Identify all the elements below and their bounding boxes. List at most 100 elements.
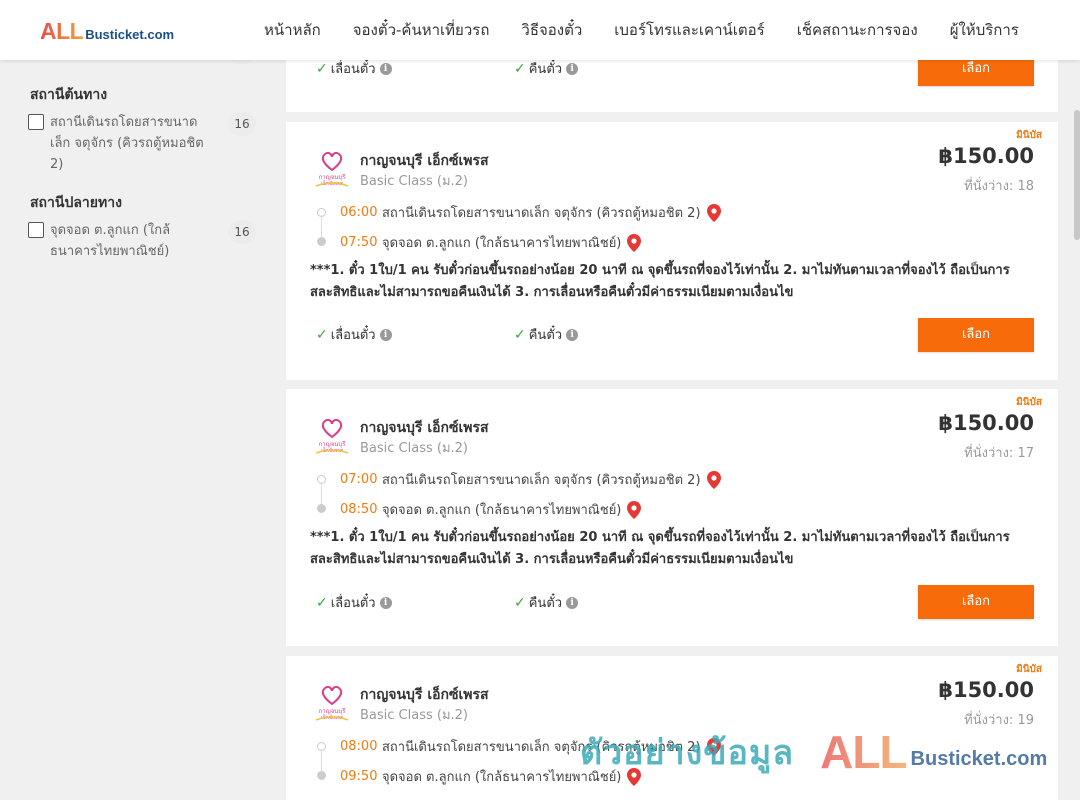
departure-stop: 07:00 สถานีเดินรถโดยสารขนาดเล็ก จตุจักร … — [340, 469, 721, 490]
destination-option-label: จุดจอด ต.ลูกแก (ใกล้ธนาคารไทยพาณิชย์) — [50, 223, 171, 259]
ticket-price: ฿150.00 — [938, 678, 1034, 702]
seats-available: ที่นั่งว่าง: 17 — [964, 442, 1034, 463]
timeline-end-dot — [317, 237, 326, 246]
operator-logo: กาญจนบุรี เอ็กซ์เพรส — [312, 150, 352, 188]
svg-text:กาญจนบุรี: กาญจนบุรี — [319, 707, 347, 715]
timeline-end-dot — [317, 504, 326, 513]
operator-name: กาญจนบุรี เอ็กซ์เพรส — [360, 687, 489, 703]
seats-count: 18 — [1017, 179, 1034, 194]
bus-type-tag: มินิบัส — [1016, 397, 1042, 408]
info-icon[interactable]: i — [379, 596, 392, 609]
refund-ticket-feature: ✓ คืนตั๋ว i — [514, 592, 579, 613]
arrival-station: จุดจอด ต.ลูกแก (ใกล้ธนาคารไทยพาณิชย์) — [382, 770, 622, 785]
change-ticket-label: เลื่อนตั๋ว — [330, 596, 376, 611]
nav-item-home[interactable]: หน้าหลัก — [248, 18, 337, 42]
bus-type-tag: มินิบัส — [1016, 664, 1042, 675]
svg-text:กาญจนบุรี: กาญจนบุรี — [319, 173, 347, 181]
trip-card: มินิบัส กาญจนบุรี เอ็กซ์เพรส กาญจนบุรี เ… — [286, 656, 1058, 800]
seats-count: 19 — [1017, 713, 1034, 728]
operator-name: กาญจนบุรี เอ็กซ์เพรส — [360, 420, 489, 436]
seats-available: ที่นั่งว่าง: 18 — [964, 175, 1034, 196]
change-ticket-feature: ✓ เลื่อนตั๋ว i — [316, 58, 392, 79]
logo-all-text: ALL — [40, 18, 84, 44]
bus-class: Basic Class (ม.2) — [360, 708, 468, 723]
map-pin-icon[interactable] — [706, 203, 721, 222]
departure-stop: 08:00 สถานีเดินรถโดยสารขนาดเล็ก จตุจักร … — [340, 736, 721, 757]
operator-logo: กาญจนบุรี เอ็กซ์เพรส — [312, 684, 352, 722]
operator-name: กาญจนบุรี เอ็กซ์เพรส — [360, 153, 489, 169]
check-icon: ✓ — [316, 326, 328, 343]
info-icon[interactable]: i — [566, 328, 579, 341]
timeline-end-dot — [317, 771, 326, 780]
info-icon[interactable]: i — [379, 328, 392, 341]
ticket-price: ฿150.00 — [938, 144, 1034, 168]
scrollbar-thumb[interactable] — [1074, 110, 1080, 240]
departure-time: 08:00 — [340, 739, 378, 754]
change-ticket-feature: ✓ เลื่อนตั๋ว i — [316, 324, 392, 345]
seats-count: 17 — [1017, 446, 1034, 461]
page-scrollbar[interactable] — [1074, 0, 1080, 800]
arrival-station: จุดจอด ต.ลูกแก (ใกล้ธนาคารไทยพาณิชย์) — [382, 503, 622, 518]
arrival-time: 07:50 — [340, 235, 378, 250]
departure-stop: 06:00 สถานีเดินรถโดยสารขนาดเล็ก จตุจักร … — [340, 202, 721, 223]
map-pin-icon[interactable] — [706, 737, 721, 756]
bus-class: Basic Class (ม.2) — [360, 441, 468, 456]
change-ticket-label: เลื่อนตั๋ว — [330, 328, 376, 343]
arrival-time: 09:50 — [340, 769, 378, 784]
departure-station: สถานีเดินรถโดยสารขนาดเล็ก จตุจักร (คิวรถ… — [382, 473, 701, 488]
bus-class: Basic Class (ม.2) — [360, 174, 468, 189]
origin-checkbox[interactable] — [28, 114, 44, 130]
seats-label: ที่นั่งว่าง: — [964, 713, 1014, 728]
destination-checkbox[interactable] — [28, 222, 44, 238]
filter-sidebar: สถานีต้นทาง สถานีเดินรถโดยสารขนาดเล็ก จต… — [0, 50, 270, 800]
main-nav: หน้าหลัก จองตั๋ว-ค้นหาเที่ยวรถ วิธีจองตั… — [248, 0, 1035, 60]
nav-item-check-status[interactable]: เช็คสถานะการจอง — [781, 18, 934, 42]
nav-item-booking[interactable]: จองตั๋ว-ค้นหาเที่ยวรถ — [337, 18, 506, 42]
refund-ticket-label: คืนตั๋ว — [528, 328, 563, 343]
check-icon: ✓ — [514, 594, 526, 611]
map-pin-icon[interactable] — [706, 470, 721, 489]
origin-filter-option[interactable]: สถานีเดินรถโดยสารขนาดเล็ก จตุจักร (คิวรถ… — [28, 112, 256, 175]
seats-label: ที่นั่งว่าง: — [964, 179, 1014, 194]
check-icon: ✓ — [514, 60, 526, 77]
departure-station: สถานีเดินรถโดยสารขนาดเล็ก จตุจักร (คิวรถ… — [382, 206, 701, 221]
trip-conditions-note: ***1. ตั๋ว 1ใบ/1 คน รับตั๋วก่อนขึ้นรถอย่… — [310, 263, 1010, 300]
change-ticket-label: เลื่อนตั๋ว — [330, 62, 376, 77]
origin-filter-title: สถานีต้นทาง — [30, 87, 108, 103]
info-icon[interactable]: i — [379, 62, 392, 75]
site-header: ALL Busticket.com หน้าหลัก จองตั๋ว-ค้นหา… — [0, 0, 1080, 60]
departure-station: สถานีเดินรถโดยสารขนาดเล็ก จตุจักร (คิวรถ… — [382, 740, 701, 755]
change-ticket-feature: ✓ เลื่อนตั๋ว i — [316, 592, 392, 613]
check-icon: ✓ — [316, 60, 328, 77]
bus-type-tag: มินิบัส — [1016, 130, 1042, 141]
site-logo[interactable]: ALL Busticket.com — [40, 18, 174, 44]
seats-available: ที่นั่งว่าง: 19 — [964, 709, 1034, 730]
origin-option-label: สถานีเดินรถโดยสารขนาดเล็ก จตุจักร (คิวรถ… — [50, 115, 204, 172]
trip-conditions-note: ***1. ตั๋ว 1ใบ/1 คน รับตั๋วก่อนขึ้นรถอย่… — [310, 530, 1010, 567]
select-button[interactable]: เลือก — [918, 318, 1034, 352]
refund-ticket-feature: ✓ คืนตั๋ว i — [514, 324, 579, 345]
info-icon[interactable]: i — [566, 62, 579, 75]
nav-item-contact[interactable]: เบอร์โทรและเคาน์เตอร์ — [598, 18, 780, 42]
destination-filter-option[interactable]: จุดจอด ต.ลูกแก (ใกล้ธนาคารไทยพาณิชย์) 16 — [28, 220, 256, 262]
arrival-stop: 07:50 จุดจอด ต.ลูกแก (ใกล้ธนาคารไทยพาณิช… — [340, 232, 642, 253]
nav-item-operators[interactable]: ผู้ให้บริการ — [934, 18, 1035, 42]
refund-ticket-feature: ✓ คืนตั๋ว i — [514, 58, 579, 79]
seats-label: ที่นั่งว่าง: — [964, 446, 1014, 461]
origin-count-badge: 16 — [228, 112, 256, 136]
check-icon: ✓ — [316, 594, 328, 611]
info-icon[interactable]: i — [566, 596, 579, 609]
select-button[interactable]: เลือก — [918, 585, 1034, 619]
map-pin-icon[interactable] — [627, 767, 642, 786]
svg-text:กาญจนบุรี: กาญจนบุรี — [319, 440, 347, 448]
map-pin-icon[interactable] — [627, 233, 642, 252]
ticket-price: ฿150.00 — [938, 411, 1034, 435]
map-pin-icon[interactable] — [627, 500, 642, 519]
check-icon: ✓ — [514, 326, 526, 343]
operator-logo: กาญจนบุรี เอ็กซ์เพรส — [312, 417, 352, 455]
arrival-station: จุดจอด ต.ลูกแก (ใกล้ธนาคารไทยพาณิชย์) — [382, 236, 622, 251]
nav-item-how-to-book[interactable]: วิธีจองตั๋ว — [505, 18, 598, 42]
departure-time: 07:00 — [340, 472, 378, 487]
logo-domain-text: Busticket.com — [85, 27, 175, 42]
arrival-stop: 08:50 จุดจอด ต.ลูกแก (ใกล้ธนาคารไทยพาณิช… — [340, 499, 642, 520]
